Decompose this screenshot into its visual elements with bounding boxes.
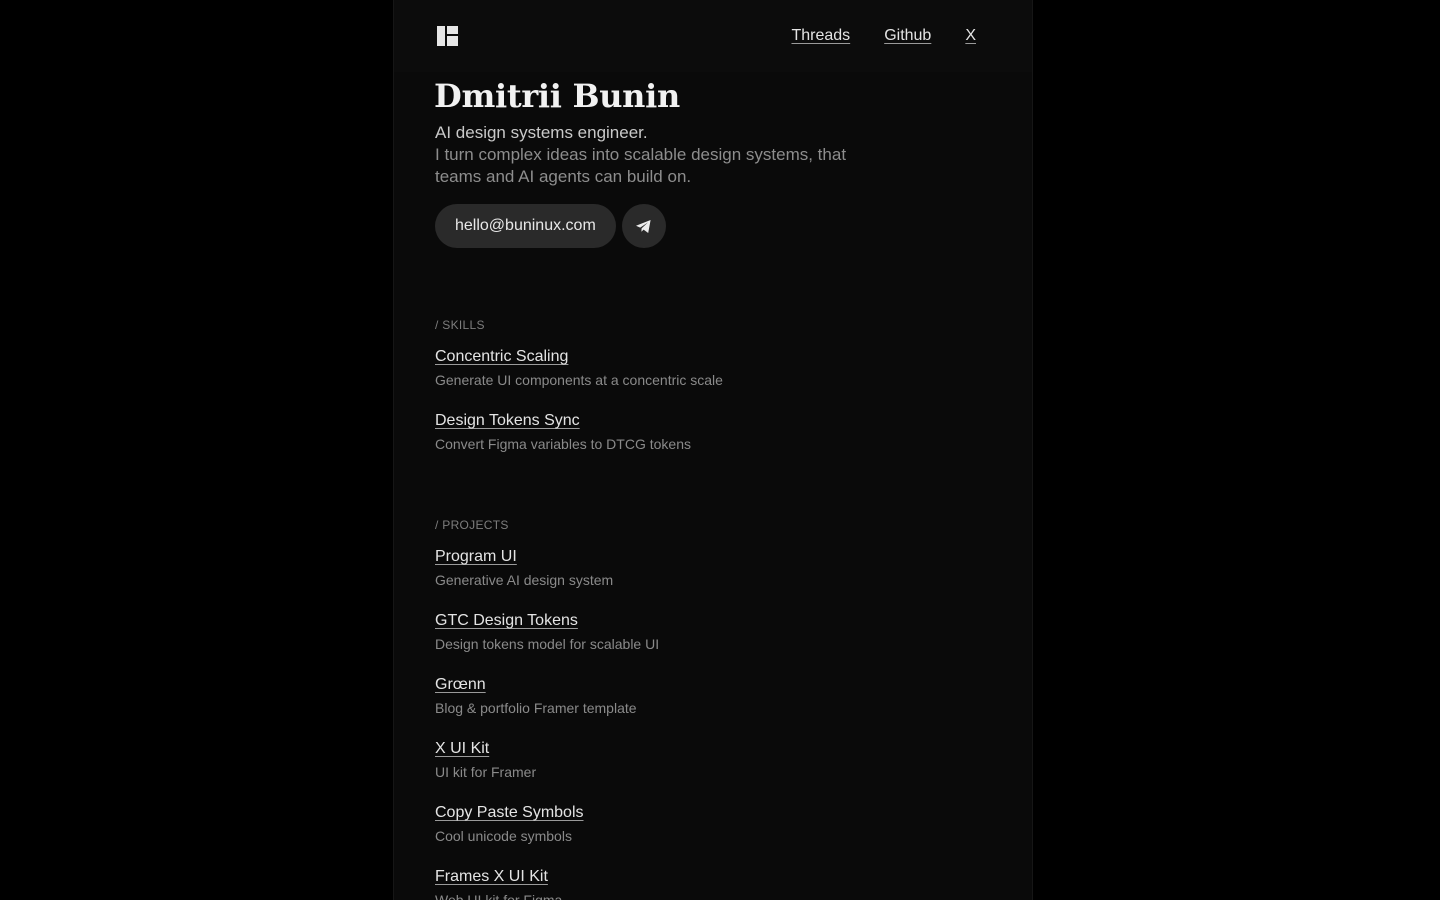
- list-item: Concentric Scaling Generate UI component…: [435, 346, 723, 410]
- projects-section-label: / PROJECTS: [435, 518, 509, 532]
- telegram-icon: [636, 219, 651, 233]
- list-item: Program UI Generative AI design system: [435, 546, 659, 610]
- list-item: Copy Paste Symbols Cool unicode symbols: [435, 802, 659, 866]
- skill-link[interactable]: Design Tokens Sync: [435, 410, 580, 432]
- skill-link[interactable]: Concentric Scaling: [435, 346, 568, 368]
- list-item: GTC Design Tokens Design tokens model fo…: [435, 610, 659, 674]
- project-description: Cool unicode symbols: [435, 828, 572, 844]
- nav-link-threads[interactable]: Threads: [791, 26, 850, 46]
- list-item: X UI Kit UI kit for Framer: [435, 738, 659, 802]
- project-link[interactable]: X UI Kit: [435, 738, 489, 760]
- tagline: AI design systems engineer. I turn compl…: [435, 122, 875, 188]
- project-description: Web UI kit for Figma: [435, 892, 563, 900]
- contact-actions: hello@buninux.com: [435, 204, 666, 248]
- site-header: Threads Github X: [394, 0, 1032, 72]
- top-nav: Threads Github X: [791, 26, 976, 46]
- project-description: Design tokens model for scalable UI: [435, 636, 660, 652]
- description-text: I turn complex ideas into scalable desig…: [435, 145, 847, 186]
- project-description: UI kit for Framer: [435, 764, 537, 780]
- main-column: Threads Github X Dmitrii Bunin AI design…: [393, 0, 1033, 900]
- page-title: Dmitrii Bunin: [434, 77, 680, 115]
- project-link[interactable]: Frames X UI Kit: [435, 866, 548, 888]
- list-item: Frames X UI Kit Web UI kit for Figma: [435, 866, 659, 900]
- project-link[interactable]: Copy Paste Symbols: [435, 802, 584, 824]
- skill-description: Convert Figma variables to DTCG tokens: [435, 436, 691, 452]
- skills-list: Concentric Scaling Generate UI component…: [435, 346, 723, 474]
- layout-logo-icon[interactable]: [437, 26, 458, 46]
- project-link[interactable]: Grœnn: [435, 674, 486, 696]
- telegram-button[interactable]: [621, 204, 666, 248]
- project-description: Generative AI design system: [435, 572, 614, 588]
- skill-description: Generate UI components at a concentric s…: [435, 372, 723, 388]
- role-text: AI design systems engineer.: [435, 123, 648, 142]
- nav-link-x[interactable]: X: [965, 26, 976, 46]
- skills-section-label: / SKILLS: [435, 318, 485, 332]
- list-item: Grœnn Blog & portfolio Framer template: [435, 674, 659, 738]
- projects-list: Program UI Generative AI design system G…: [435, 546, 659, 900]
- project-link[interactable]: GTC Design Tokens: [435, 610, 578, 632]
- list-item: Design Tokens Sync Convert Figma variabl…: [435, 410, 723, 474]
- project-description: Blog & portfolio Framer template: [435, 700, 637, 716]
- project-link[interactable]: Program UI: [435, 546, 517, 568]
- nav-link-github[interactable]: Github: [884, 26, 931, 46]
- email-button[interactable]: hello@buninux.com: [435, 204, 616, 248]
